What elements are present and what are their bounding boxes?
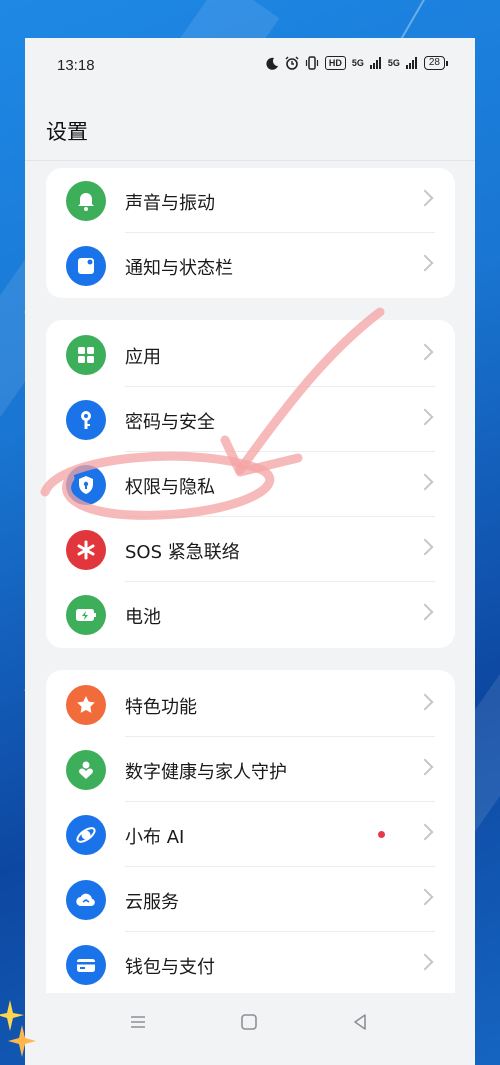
settings-item-apps[interactable]: 应用	[46, 322, 455, 387]
chevron-right-icon	[416, 343, 434, 361]
settings-item-label: 应用	[125, 347, 161, 368]
chevron-right-icon	[416, 408, 434, 426]
chevron-right-icon	[416, 189, 434, 207]
settings-item-label: 密码与安全	[125, 412, 215, 433]
network-5g-label-2: 5G	[387, 58, 400, 68]
bell-icon	[66, 181, 106, 221]
chevron-right-icon	[416, 823, 434, 841]
navigation-bar	[25, 993, 475, 1065]
signal-icon	[369, 57, 381, 69]
chevron-right-icon	[416, 693, 434, 711]
settings-item-label: 数字健康与家人守护	[125, 762, 287, 783]
settings-item-label: SOS 紧急联络	[125, 542, 240, 563]
hd-badge: HD	[324, 56, 346, 70]
settings-item-cloud[interactable]: 云服务	[46, 867, 455, 932]
settings-item-permissions-privacy[interactable]: 权限与隐私	[46, 452, 455, 517]
settings-item-features[interactable]: 特色功能	[46, 672, 455, 737]
menu-icon[interactable]	[127, 1011, 149, 1033]
wallet-icon	[66, 945, 106, 985]
alarm-icon	[285, 56, 299, 70]
chevron-right-icon	[416, 758, 434, 776]
settings-group-1: 声音与振动 通知与状态栏	[46, 168, 455, 298]
battery-indicator: 28	[423, 56, 449, 70]
page-title: 设置	[46, 120, 88, 144]
key-icon	[66, 400, 106, 440]
settings-item-label: 特色功能	[125, 697, 197, 718]
settings-item-battery[interactable]: 电池	[46, 582, 455, 647]
home-icon[interactable]	[238, 1011, 260, 1033]
settings-group-3: 特色功能 数字健康与家人守护 小布 AI 云服务 钱包与支付	[46, 670, 455, 1010]
settings-group-2: 应用 密码与安全 权限与隐私 SOS 紧急联络 电池	[46, 320, 455, 648]
chevron-right-icon	[416, 953, 434, 971]
signal-icon-2	[405, 57, 417, 69]
settings-item-notification-statusbar[interactable]: 通知与状态栏	[46, 233, 455, 298]
settings-item-label: 云服务	[125, 892, 179, 913]
moon-icon	[266, 57, 278, 70]
notification-icon	[66, 246, 106, 286]
heart-person-icon	[66, 750, 106, 790]
settings-item-password-security[interactable]: 密码与安全	[46, 387, 455, 452]
settings-item-xiaobu-ai[interactable]: 小布 AI	[46, 802, 455, 867]
settings-item-label: 声音与振动	[125, 193, 215, 214]
settings-item-label: 小布 AI	[125, 827, 185, 848]
settings-item-label: 钱包与支付	[125, 957, 215, 978]
header-divider	[25, 160, 475, 161]
chevron-right-icon	[416, 603, 434, 621]
settings-screen: 13:18 HD 5G 5G 28 设置 声音与振动 通知与状态栏 应用 密码与…	[25, 38, 475, 1065]
chevron-right-icon	[416, 888, 434, 906]
settings-item-digital-wellbeing[interactable]: 数字健康与家人守护	[46, 737, 455, 802]
settings-item-label: 电池	[125, 607, 161, 628]
chevron-right-icon	[416, 473, 434, 491]
network-5g-label-1: 5G	[351, 58, 364, 68]
ai-assistant-icon	[66, 815, 106, 855]
chevron-right-icon	[416, 254, 434, 272]
settings-item-sound-vibration[interactable]: 声音与振动	[46, 168, 455, 233]
notification-dot	[378, 831, 385, 838]
sparkle-icon	[0, 1000, 36, 1057]
status-time: 13:18	[57, 57, 95, 74]
settings-item-label: 通知与状态栏	[125, 258, 233, 279]
status-bar: 13:18 HD 5G 5G 28	[25, 38, 475, 94]
vibrate-icon	[305, 56, 318, 70]
settings-item-label: 权限与隐私	[125, 477, 215, 498]
apps-grid-icon	[66, 335, 106, 375]
chevron-right-icon	[416, 538, 434, 556]
cloud-icon	[66, 880, 106, 920]
shield-icon	[66, 465, 106, 505]
battery-icon	[66, 595, 106, 635]
back-icon[interactable]	[349, 1011, 371, 1033]
asterisk-icon	[66, 530, 106, 570]
settings-item-sos[interactable]: SOS 紧急联络	[46, 517, 455, 582]
star-icon	[66, 685, 106, 725]
settings-item-wallet-payment[interactable]: 钱包与支付	[46, 932, 455, 997]
